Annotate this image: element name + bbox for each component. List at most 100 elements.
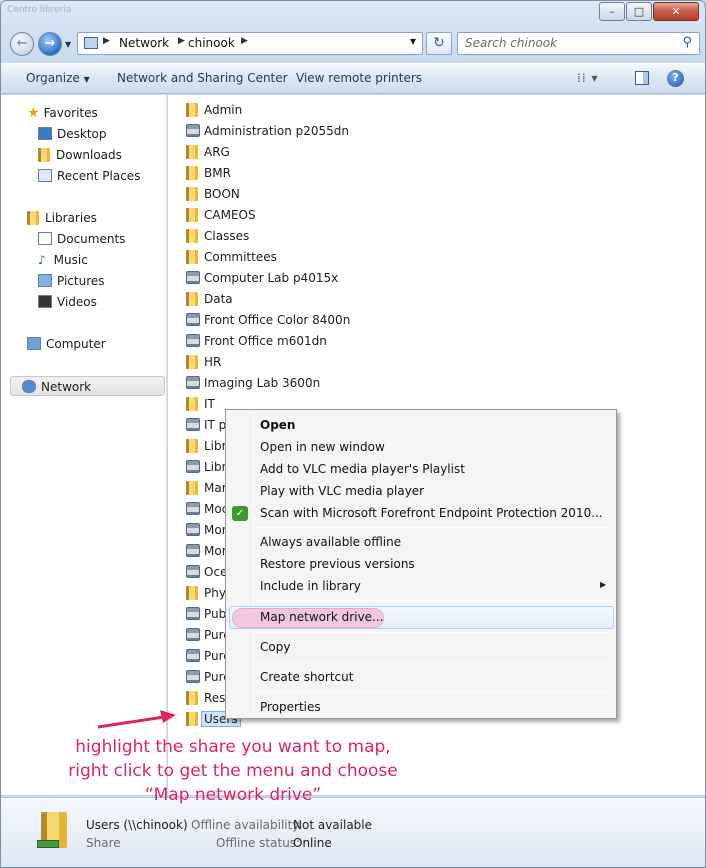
printer-item[interactable]: Mor — [186, 541, 227, 561]
nav-favorites[interactable]: ★ Favorites — [27, 103, 98, 123]
printer-icon — [186, 124, 200, 137]
folder-item[interactable]: ARG — [186, 142, 230, 162]
nav-pictures[interactable]: Pictures — [38, 271, 105, 291]
printer-icon — [186, 502, 200, 515]
printer-item[interactable]: Computer Lab p4015x — [186, 268, 338, 288]
folder-icon — [186, 691, 198, 705]
folder-icon — [186, 292, 198, 306]
printer-item[interactable]: Front Office m601dn — [186, 331, 327, 351]
details-name: Users (\\chinook) — [86, 818, 188, 832]
breadcrumb-separator-icon[interactable]: ▶ — [178, 36, 185, 46]
folder-item[interactable]: Admin — [186, 100, 242, 120]
printer-item[interactable]: Pub — [186, 604, 226, 624]
menu-item-create-shortcut[interactable]: Create shortcut — [260, 666, 353, 688]
menu-item-open-new-window[interactable]: Open in new window — [260, 436, 385, 458]
folder-item[interactable]: Mar — [186, 478, 227, 498]
printer-item[interactable]: Oce — [186, 562, 227, 582]
printer-item[interactable]: IT p — [186, 415, 226, 435]
printer-item[interactable]: Administration p2055dn — [186, 121, 349, 141]
menu-item-open[interactable]: Open — [260, 414, 295, 436]
network-sharing-center-button[interactable]: Network and Sharing Center — [117, 71, 288, 85]
forward-button[interactable]: → — [38, 32, 62, 56]
printer-item[interactable]: Imaging Lab 3600n — [186, 373, 320, 393]
breadcrumb-separator-icon[interactable]: ▶ — [103, 36, 110, 46]
menu-separator — [256, 527, 612, 528]
menu-item-properties[interactable]: Properties — [260, 696, 321, 718]
item-label: Admin — [204, 103, 243, 117]
view-remote-printers-button[interactable]: View remote printers — [296, 71, 422, 85]
menu-item-scan-forefront[interactable]: Scan with Microsoft Forefront Endpoint P… — [260, 502, 603, 524]
nav-desktop[interactable]: Desktop — [38, 124, 107, 144]
explorer-window: Centro libreria – □ ✕ ← → ▼ ▶ Network ▶ … — [0, 0, 706, 868]
star-icon: ★ — [27, 105, 40, 121]
nav-recent-places[interactable]: Recent Places — [38, 166, 140, 186]
details-type: Share — [86, 836, 121, 850]
folder-item[interactable]: Phy — [186, 583, 226, 603]
menu-item-always-offline[interactable]: Always available offline — [260, 531, 401, 553]
search-icon[interactable]: ⚲ — [682, 35, 692, 50]
address-dropdown-icon[interactable]: ▼ — [410, 37, 416, 46]
close-button[interactable]: ✕ — [653, 2, 699, 21]
breadcrumb-network[interactable]: Network — [119, 36, 169, 50]
nav-computer[interactable]: Computer — [27, 334, 106, 354]
printer-icon — [186, 271, 200, 284]
minimize-button[interactable]: – — [599, 2, 625, 21]
menu-item-restore-versions[interactable]: Restore previous versions — [260, 553, 415, 575]
folder-item[interactable]: CAMEOS — [186, 205, 256, 225]
printer-icon — [186, 376, 200, 389]
nav-videos-label: Videos — [57, 295, 97, 309]
printer-item[interactable]: Purc — [186, 625, 230, 645]
folder-item[interactable]: Classes — [186, 226, 249, 246]
nav-network[interactable]: Network — [10, 376, 165, 396]
printer-item[interactable]: Libr — [186, 457, 227, 477]
address-row: ← → ▼ ▶ Network ▶ chinook ▶ ▼ ↻ Search c… — [1, 28, 705, 60]
breadcrumb-chinook[interactable]: chinook — [188, 36, 235, 50]
printer-item[interactable]: Front Office Color 8400n — [186, 310, 350, 330]
nav-videos[interactable]: Videos — [38, 292, 97, 312]
printer-icon — [186, 544, 200, 557]
menu-item-add-vlc-playlist[interactable]: Add to VLC media player's Playlist — [260, 458, 465, 480]
breadcrumb-separator-icon[interactable]: ▶ — [241, 36, 248, 46]
item-label: HR — [204, 355, 222, 369]
nav-music[interactable]: ♪ Music — [38, 250, 88, 270]
folder-icon — [186, 397, 198, 411]
nav-libraries[interactable]: Libraries — [27, 208, 97, 228]
item-label: Libr — [204, 439, 227, 453]
printer-item[interactable]: Moc — [186, 499, 228, 519]
refresh-button[interactable]: ↻ — [426, 32, 452, 55]
printer-item[interactable]: Mor — [186, 520, 227, 540]
music-note-icon: ♪ — [38, 253, 46, 267]
folder-item[interactable]: Committees — [186, 247, 277, 267]
nav-downloads[interactable]: Downloads — [38, 145, 122, 165]
menu-item-copy[interactable]: Copy — [260, 636, 290, 658]
details-offline-status-value: Online — [293, 836, 332, 850]
folder-item[interactable]: HR — [186, 352, 221, 372]
computer-icon — [27, 337, 41, 350]
annotation-line: right click to get the menu and choose — [68, 761, 398, 781]
printer-icon — [186, 565, 200, 578]
printer-item[interactable]: Purc — [186, 646, 230, 666]
maximize-button[interactable]: □ — [626, 2, 652, 21]
folder-item[interactable]: BMR — [186, 163, 231, 183]
search-input[interactable]: Search chinook ⚲ — [457, 32, 700, 55]
folder-item[interactable]: IT — [186, 394, 215, 414]
help-button[interactable]: ? — [667, 70, 684, 87]
preview-pane-button[interactable] — [635, 71, 649, 85]
folder-item[interactable]: BOON — [186, 184, 240, 204]
folder-item[interactable]: Libr — [186, 436, 227, 456]
printer-item[interactable]: Purc — [186, 667, 230, 687]
nav-network-label: Network — [41, 380, 92, 394]
chevron-down-icon[interactable]: ▼ — [65, 40, 71, 49]
address-bar[interactable]: ▶ Network ▶ chinook ▶ ▼ — [77, 32, 423, 55]
annotation-line: highlight the share you want to map, — [75, 737, 391, 757]
folder-item[interactable]: Data — [186, 289, 233, 309]
title-bar[interactable]: Centro libreria – □ ✕ — [1, 1, 705, 27]
pictures-icon — [38, 274, 52, 287]
menu-item-map-network-drive[interactable]: Map network drive... — [260, 606, 384, 628]
menu-item-play-vlc[interactable]: Play with VLC media player — [260, 480, 424, 502]
organize-button[interactable]: Organize ▼ — [26, 71, 90, 85]
nav-documents[interactable]: Documents — [38, 229, 125, 249]
back-button[interactable]: ← — [10, 32, 34, 56]
change-view-button[interactable]: ⁞⁞ ▾ — [577, 71, 598, 85]
menu-item-include-library[interactable]: Include in library — [260, 575, 361, 597]
